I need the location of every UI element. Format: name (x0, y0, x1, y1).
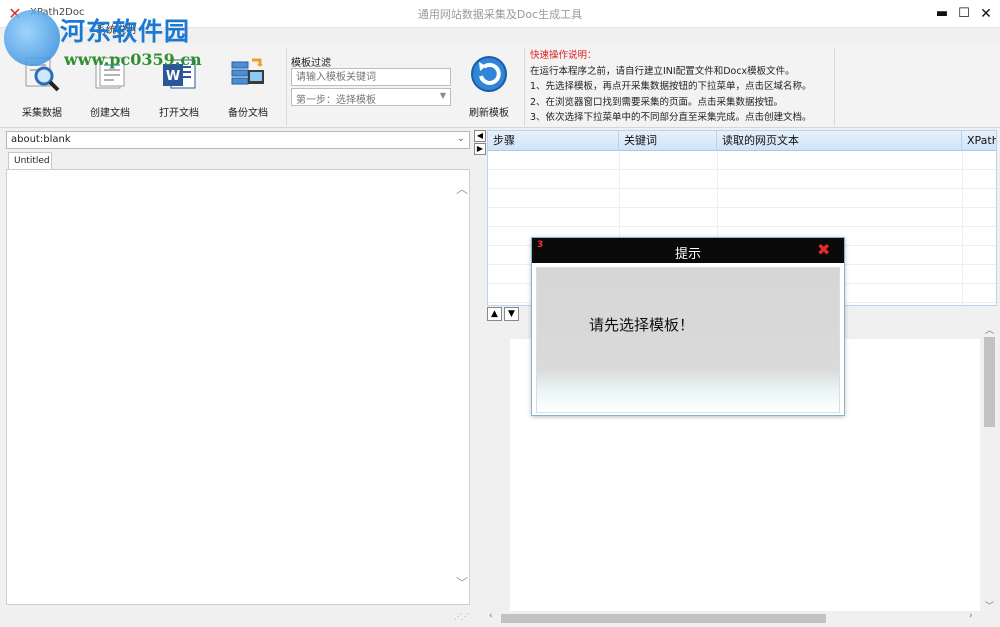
browser-tab-strip: Untitled (6, 151, 470, 171)
scroll-up-icon[interactable]: ︿ (985, 323, 994, 336)
horizontal-scrollbar[interactable]: ‹ › (487, 611, 982, 625)
alert-dialog: 3 提示 ✖ 请先选择模板！ (531, 237, 845, 416)
refresh-template-label: 刷新模板 (469, 108, 509, 119)
toolbar-separator (286, 48, 287, 126)
dialog-message: 请先选择模板！ (589, 316, 695, 334)
scroll-down-icon[interactable]: ﹀ (985, 599, 994, 612)
watermark-url: www.pc0359.cn (64, 50, 202, 69)
collect-data-label: 采集数据 (22, 108, 62, 119)
dialog-close-icon[interactable]: ✖ (817, 240, 830, 259)
quick-help-line: 3、依次选择下拉菜单中的不同部分直至采集完成。点击创建文档。 (530, 112, 812, 123)
create-document-label: 创建文档 (90, 108, 130, 119)
svg-text:W: W (166, 69, 180, 84)
dialog-title: 提示 (674, 247, 701, 262)
template-filter-label: 模板过滤 (291, 58, 331, 69)
scroll-down-icon[interactable]: ﹀ (456, 574, 468, 591)
grid-header: 步骤 关键词 读取的网页文本 XPath (488, 131, 996, 151)
chevron-down-icon[interactable]: ⌄ (457, 133, 465, 144)
template-select-value: 第一步：选择模板 (296, 95, 376, 106)
toolbar-separator (524, 48, 525, 126)
table-row[interactable] (488, 151, 996, 170)
column-header-page-text[interactable]: 读取的网页文本 (717, 131, 962, 151)
resize-grip-icon[interactable]: ⋰⋰ (454, 612, 469, 621)
template-filter-group: 模板过滤 第一步：选择模板 ▼ (291, 54, 453, 106)
toolbar-separator (834, 48, 835, 126)
column-header-keyword[interactable]: 关键词 (619, 131, 717, 151)
quick-help-line: 2、在浏览器窗口找到需要采集的页面。点击采集数据按钮。 (530, 96, 784, 108)
horizontal-scroll-thumb[interactable] (501, 614, 826, 623)
close-window-button[interactable]: ✕ (975, 4, 997, 24)
quick-help-title: 快速操作说明： (530, 50, 597, 61)
backup-document-button[interactable]: 备份文档 (217, 54, 279, 122)
address-bar[interactable]: about:blank ⌄ (6, 131, 470, 149)
quick-help-line: 1、先选择模板，再点开采集数据按钮的下拉菜单，点击区域名称。 (530, 81, 812, 92)
watermark-title: 河东软件园 (60, 17, 191, 46)
table-row[interactable] (488, 189, 996, 208)
table-row[interactable] (488, 170, 996, 189)
scroll-up-icon[interactable]: ︿ (456, 180, 468, 197)
column-header-xpath[interactable]: XPath (962, 131, 996, 151)
quick-help-line: 在运行本程序之前，请自行建立INI配置文件和Docx模板文件。 (530, 65, 795, 77)
expand-right-button[interactable]: ▶ (474, 143, 486, 155)
move-down-button[interactable]: ▼ (504, 307, 519, 321)
collapse-left-button[interactable]: ◀ (474, 130, 486, 142)
chevron-down-icon: ▼ (439, 91, 446, 100)
backup-icon (231, 58, 264, 85)
watermark-logo-icon (4, 10, 60, 66)
maximize-button[interactable]: ☐ (953, 4, 975, 24)
minimize-button[interactable]: ▬ (931, 4, 953, 24)
vertical-scrollbar[interactable]: ︿ ﹀ (982, 323, 997, 613)
dialog-header: 3 提示 ✖ (532, 238, 844, 263)
move-up-button[interactable]: ▲ (487, 307, 502, 321)
address-text: about:blank (11, 134, 71, 145)
dialog-body: 请先选择模板！ (536, 267, 840, 413)
column-header-step[interactable]: 步骤 (488, 131, 619, 151)
scroll-right-icon[interactable]: › (969, 611, 973, 621)
refresh-template-button[interactable]: 刷新模板 (458, 54, 520, 122)
browser-view[interactable]: ︿ ﹀ (6, 169, 470, 605)
table-row[interactable] (488, 208, 996, 227)
open-document-label: 打开文档 (159, 108, 199, 119)
scroll-left-icon[interactable]: ‹ (489, 611, 493, 621)
template-select[interactable]: 第一步：选择模板 ▼ (291, 88, 451, 106)
backup-document-label: 备份文档 (228, 108, 268, 119)
grid-divider (962, 151, 963, 305)
refresh-icon (471, 56, 507, 92)
template-keyword-input[interactable] (291, 68, 451, 86)
quick-help: 快速操作说明： 在运行本程序之前，请自行建立INI配置文件和Docx模板文件。 … (530, 48, 830, 126)
status-strip: ⋰⋰ (6, 610, 470, 624)
vertical-scroll-thumb[interactable] (984, 337, 995, 427)
